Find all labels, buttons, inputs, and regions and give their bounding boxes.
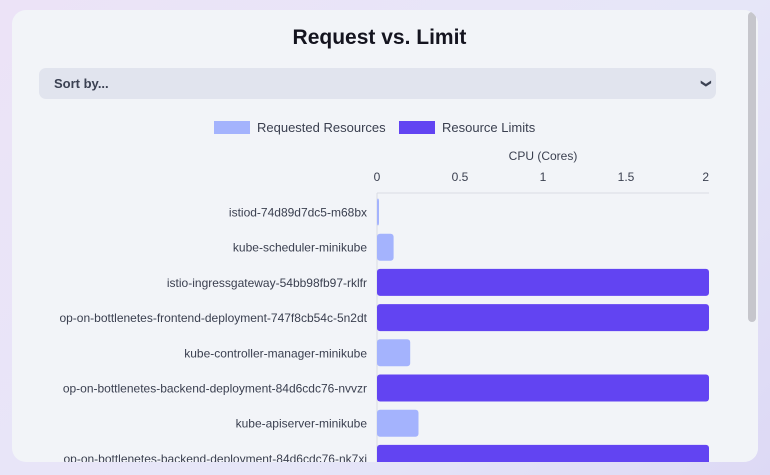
bar-request	[377, 198, 379, 226]
scrollbar-thumb[interactable]	[748, 12, 756, 322]
x-axis-label: CPU (Cores)	[509, 149, 578, 163]
chart-card: Request vs. Limit Sort by... ❮ Requested…	[12, 10, 758, 462]
bar-request	[377, 233, 394, 261]
bar-request	[377, 409, 419, 437]
category-label: op-on-bottlenetes-backend-deployment-84d…	[63, 382, 367, 396]
legend-label-limits: Resource Limits	[442, 120, 536, 135]
category-label: kube-scheduler-minikube	[233, 241, 367, 255]
cpu-bar-chart: Requested Resources Resource Limits CPU (C…	[59, 120, 709, 462]
x-tick-label: 2	[702, 170, 709, 184]
bar-limit	[377, 374, 709, 402]
legend-swatch-requested	[214, 121, 250, 134]
bar-limit	[377, 268, 709, 296]
bar-request	[377, 339, 411, 367]
category-label: kube-controller-manager-minikube	[184, 346, 367, 360]
category-label: kube-apiserver-minikube	[236, 417, 368, 431]
x-tick-label: 0	[374, 170, 381, 184]
category-label: istiod-74d89d7dc5-m68bx	[229, 206, 367, 220]
bar-limit	[377, 304, 709, 332]
category-label: op-on-bottlenetes-frontend-deployment-74…	[59, 311, 367, 325]
legend-swatch-limits	[399, 121, 435, 134]
legend-label-requested: Requested Resources	[257, 120, 386, 135]
x-tick-label: 1.5	[618, 170, 635, 184]
x-tick-label: 1	[540, 170, 547, 184]
x-tick-label: 0.5	[452, 170, 469, 184]
scrollbar[interactable]	[745, 10, 758, 462]
category-label: op-on-bottlenetes-backend-deployment-84d…	[63, 452, 367, 462]
category-label: istio-ingressgateway-54bb98fb97-rklfr	[167, 276, 367, 290]
bar-limit	[377, 444, 709, 462]
